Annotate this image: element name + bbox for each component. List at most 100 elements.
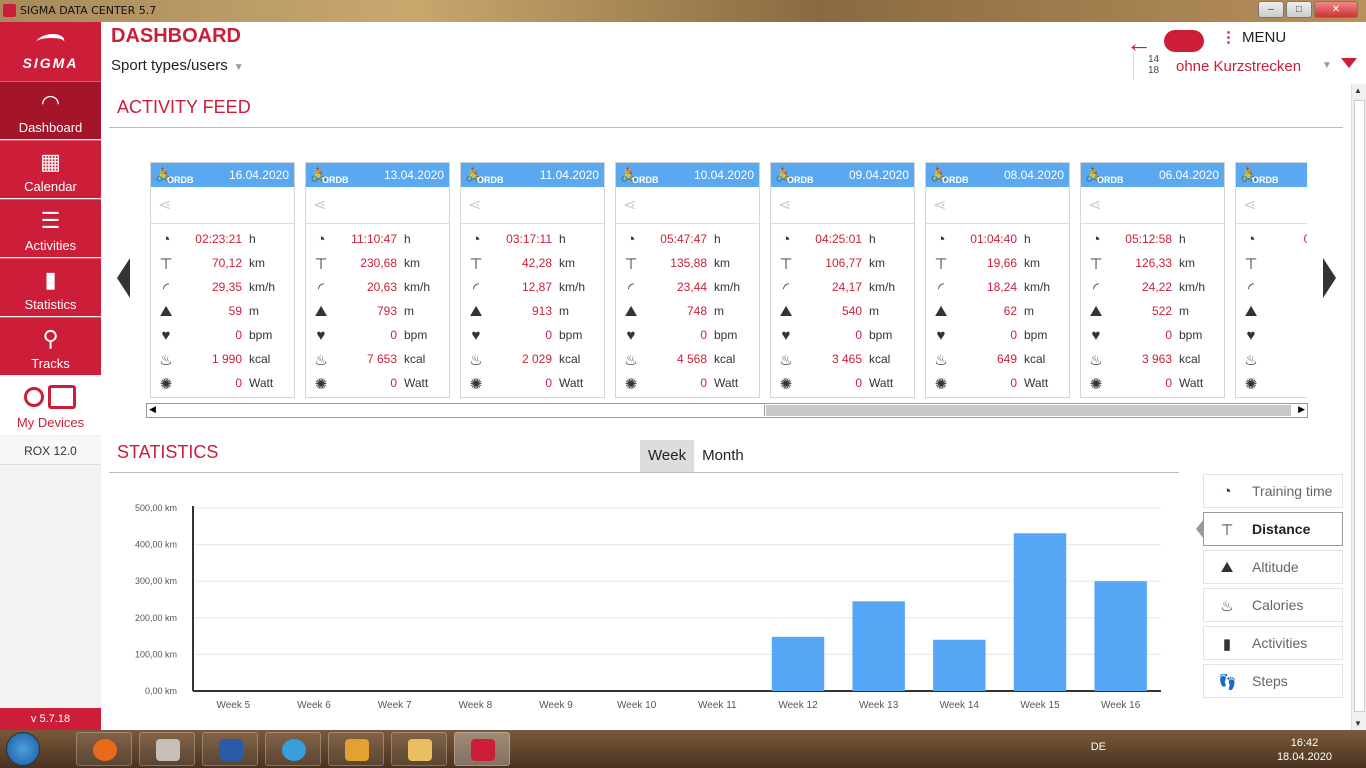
minimize-button[interactable]: – [1258,1,1284,18]
taskbar-explorer[interactable] [391,732,447,766]
filter-select[interactable]: 14 18 ohne Kurzstrecken ▼ [1133,52,1332,80]
stat-value: 0 [235,328,242,342]
tab-month[interactable]: Month [694,440,752,472]
sidebar-item-activities[interactable]: ☰ Activities [0,199,101,257]
card-header: 🚴 ORDB 10.04.2020 [616,163,759,187]
scroll-left-icon[interactable]: ◀ [149,404,156,415]
activity-card[interactable]: 🚴 ORDB 10.04.2020 ⋖ ◔ 05:47:47 h ⊤ 135,88 km ◜ 23,4… [615,162,760,398]
activity-card[interactable]: 🚴 ORDB 16.04.2020 ⋖ ◔ 02:23:21 h ⊤ 70,12 km ◜ 29,35… [150,162,295,398]
funnel-icon[interactable] [1341,58,1357,68]
card-stat-row: ♥ 0 bpm [926,325,1069,347]
activity-card[interactable]: 🚴 ORDB 09.04.2020 ⋖ ◔ 04:25:01 h ⊤ 106,77 km ◜ 24,1… [770,162,915,398]
share-icon[interactable]: ⋖ [1088,195,1101,215]
share-icon[interactable]: ⋖ [1243,195,1256,215]
activity-card[interactable]: 🚴 ORDB 13.04.2020 ⋖ ◔ 11:10:47 h ⊤ 230,68 km ◜ 20,6… [305,162,450,398]
start-button[interactable] [6,732,40,766]
share-icon[interactable]: ⋖ [623,195,636,215]
metric-label: Distance [1252,521,1311,537]
metric-activities[interactable]: ▮ Activities [1203,626,1343,660]
language-indicator[interactable]: DE [1091,741,1106,753]
stat-value: 0 [700,328,707,342]
metric-icon: ⛰ [1220,559,1234,576]
activity-card[interactable]: 🚴 ORDB 08.04.2020 ⋖ ◔ 01:04:40 h ⊤ 19,66 km ◜ 18,24… [925,162,1070,398]
share-icon[interactable]: ⋖ [313,195,326,215]
card-stat-row: ⛰m [1236,301,1307,323]
share-icon[interactable]: ⋖ [158,195,171,215]
sport-types-select[interactable]: Sport types/users ▼ [111,57,244,74]
card-header: 🚴 ORDB 09.04.2020 [771,163,914,187]
stat-icon: ♨ [314,352,328,369]
stat-unit: bpm [869,328,893,342]
metric-training-time[interactable]: ◔ Training time [1203,474,1343,508]
sigma-logo[interactable]: SIGMA [0,22,101,81]
feed-next-icon[interactable] [1323,258,1336,298]
card-stat-row: ♨ 4 568 kcal [616,349,759,371]
scroll-down-icon[interactable]: ▼ [1354,719,1362,728]
close-button[interactable]: ✕ [1314,1,1358,18]
taskbar-sigma[interactable] [454,732,510,766]
scroll-up-icon[interactable]: ▲ [1354,86,1362,95]
activity-card[interactable]: 🚴ORDB⋖◔02:2h⊤6km◜2km/h⛰m♥bpm♨1kcal✺Watt [1235,162,1307,398]
stat-unit: km [249,256,265,270]
x-tick-label: Week 10 [617,700,657,711]
feed-prev-icon[interactable] [117,258,130,298]
taskbar-paint[interactable] [139,732,195,766]
sidebar-item-statistics[interactable]: ▮ Statistics [0,258,101,316]
stat-unit: kcal [1024,352,1046,366]
divider [151,223,294,224]
taskbar-telegram[interactable] [265,732,321,766]
gauge-icon: ◠ [40,90,61,115]
stat-value: 913 [531,304,552,318]
clock-date: 18.04.2020 [1276,751,1332,763]
activity-feed: 🚴 ORDB 16.04.2020 ⋖ ◔ 02:23:21 h ⊤ 70,12 km ◜ 29,35… [150,162,1307,398]
cloud-sync-icon[interactable] [1164,30,1204,52]
activity-card[interactable]: 🚴 ORDB 11.04.2020 ⋖ ◔ 03:17:11 h ⊤ 42,28 km ◜ 12,87… [460,162,605,398]
tab-week[interactable]: Week [640,440,695,472]
statistics-title: STATISTICS [117,442,219,462]
stat-icon: ♥ [316,327,326,344]
menu-button[interactable]: ⋮ MENU [1221,28,1286,46]
taskbar-slack[interactable] [328,732,384,766]
stat-unit: Watt [404,376,429,390]
metric-icon: ♨ [1220,598,1234,615]
activity-card[interactable]: 🚴 ORDB 06.04.2020 ⋖ ◔ 05:12:58 h ⊤ 126,33 km ◜ 24,2… [1080,162,1225,398]
share-icon[interactable]: ⋖ [778,195,791,215]
stat-unit: bpm [559,328,583,342]
sidebar-item-calendar[interactable]: ▦ Calendar [0,140,101,198]
card-stat-row: ✺ 0 Watt [1081,373,1224,395]
scrollbar-thumb[interactable] [1354,100,1365,712]
feed-scrollbar[interactable]: ◀ ▶ [146,403,1308,418]
x-tick-label: Week 7 [378,700,412,711]
device-item[interactable]: ROX 12.0 [0,437,101,465]
card-date: 09.04.2020 [848,168,909,182]
sidebar-item-dashboard[interactable]: ◠ Dashboard [0,81,101,139]
stat-value: 0 [1010,376,1017,390]
scroll-right-icon[interactable]: ▶ [1298,404,1305,415]
share-icon[interactable]: ⋖ [933,195,946,215]
stat-value: 126,33 [1135,256,1172,270]
stat-value: 42,28 [521,256,552,270]
card-stat-row: ♨ 3 963 kcal [1081,349,1224,371]
x-tick-label: Week 5 [216,700,250,711]
stat-unit: Watt [1179,376,1204,390]
metric-steps[interactable]: 👣 Steps [1203,664,1343,698]
sidebar-item-my-devices[interactable]: My Devices [0,377,101,435]
sidebar-item-tracks[interactable]: ⚲ Tracks [0,317,101,375]
metric-calories[interactable]: ♨ Calories [1203,588,1343,622]
stat-icon: ◜ [1093,280,1099,297]
card-stat-row: ♨ 2 029 kcal [461,349,604,371]
sidebar-item-label: Calendar [24,179,77,194]
maximize-button[interactable]: □ [1286,1,1312,18]
main-scrollbar[interactable]: ▲ ▼ [1351,84,1366,730]
scrollbar-thumb[interactable] [163,405,765,416]
taskbar-word[interactable] [202,732,258,766]
metric-altitude[interactable]: ⛰ Altitude [1203,550,1343,584]
y-tick-label: 200,00 km [135,613,177,623]
scrollbar-track[interactable] [766,405,1291,416]
metric-label: Steps [1252,673,1288,689]
metric-distance[interactable]: ⊤ Distance [1196,512,1343,546]
clock[interactable]: 16:42 18.04.2020 [1277,736,1332,764]
taskbar-firefox[interactable] [76,732,132,766]
share-icon[interactable]: ⋖ [468,195,481,215]
stat-value: 2 029 [521,352,552,366]
